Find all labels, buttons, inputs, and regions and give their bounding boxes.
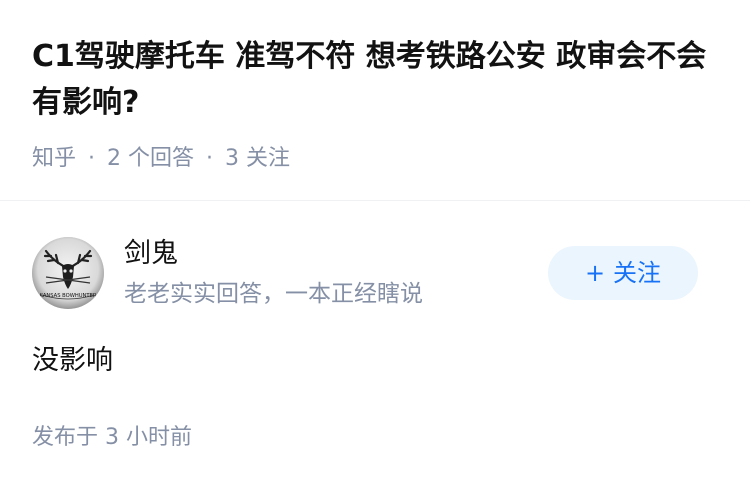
follow-button-label: 关注	[613, 259, 662, 287]
publish-time: 发布于 3 小时前	[32, 422, 192, 454]
avatar[interactable]: KANSAS BOWHUNTER	[32, 237, 104, 309]
plus-icon: +	[584, 259, 606, 287]
avatar-lettering: KANSAS BOWHUNTER	[40, 293, 97, 299]
divider	[0, 200, 750, 201]
follower-count-label: 关注	[246, 146, 291, 171]
follower-count-number: 3	[225, 146, 240, 171]
publish-prefix: 发布于	[32, 425, 99, 450]
follower-count[interactable]: 3 关注	[225, 146, 290, 171]
answer-count-number: 2	[107, 146, 122, 171]
author-bio: 老老实实回答，一本正经瞎说	[124, 281, 423, 307]
deer-skull-icon: KANSAS BOWHUNTER	[32, 237, 104, 309]
answer-count[interactable]: 2 个回答	[107, 146, 194, 171]
meta-separator-2: ·	[206, 146, 214, 171]
publish-suffix: 小时前	[126, 425, 193, 450]
source-label[interactable]: 知乎	[32, 146, 76, 171]
author-name[interactable]: 剑鬼	[124, 236, 178, 272]
publish-value: 3	[105, 425, 120, 450]
question-title[interactable]: C1驾驶摩托车 准驾不符 想考铁路公安 政审会不会有影响?	[32, 34, 722, 126]
meta-separator: ·	[88, 146, 96, 171]
follow-button[interactable]: + 关注	[548, 246, 698, 300]
answer-count-label: 个回答	[128, 146, 195, 171]
zhihu-answer-page: C1驾驶摩托车 准驾不符 想考铁路公安 政审会不会有影响? 知乎 · 2 个回答 · 3…	[0, 0, 750, 490]
answer-content: 没影响	[32, 345, 113, 376]
question-meta: 知乎 · 2 个回答 · 3 关注	[32, 143, 290, 175]
